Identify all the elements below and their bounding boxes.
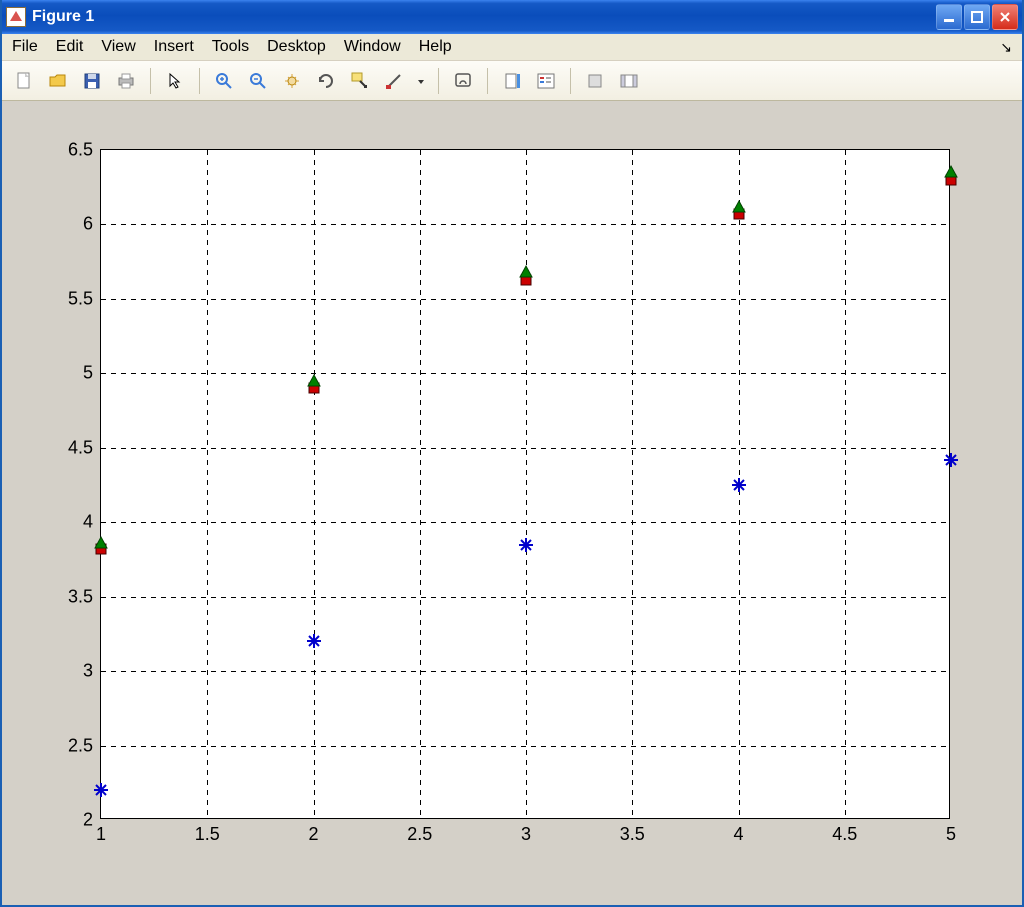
pointer-icon[interactable] [161,67,189,95]
menu-help[interactable]: Help [419,38,452,56]
xtick-label: 2 [308,824,318,845]
window-title: Figure 1 [32,8,936,26]
close-button[interactable] [992,4,1018,30]
menu-insert[interactable]: Insert [154,38,194,56]
xtick-label: 1 [96,824,106,845]
ytick-label: 4.5 [68,437,93,458]
data-point [731,477,747,493]
ytick-label: 5 [83,363,93,384]
data-point [93,782,109,798]
gridline-vertical [845,150,846,818]
gridline-horizontal [101,299,949,300]
xtick-label: 5 [946,824,956,845]
gridline-vertical [526,150,527,818]
brush-icon[interactable] [380,67,408,95]
menu-edit[interactable]: Edit [56,38,84,56]
data-cursor-icon[interactable] [346,67,374,95]
xtick-label: 4.5 [832,824,857,845]
matlab-figure-icon [6,7,26,27]
data-point [306,373,322,389]
minimize-button[interactable] [936,4,962,30]
figure-canvas[interactable]: 2 2.5 3 3.5 4 4.5 5 5.5 6 6.5 1 1.5 2 2.5 3 3.5 4 4.5 5 [2,101,1022,905]
gridline-vertical [207,150,208,818]
new-file-icon[interactable] [10,67,38,95]
menu-window[interactable]: Window [344,38,401,56]
menu-chevron-icon[interactable]: ↘ [1000,39,1012,56]
plot-box: 22.533.544.555.566.511.522.533.544.55 [100,149,950,819]
ytick-label: 3.5 [68,586,93,607]
data-point [943,164,959,180]
ytick-label: 6.5 [68,140,93,161]
xtick-label: 1.5 [195,824,220,845]
data-point [518,537,534,553]
xtick-label: 4 [733,824,743,845]
ytick-label: 3 [83,661,93,682]
gridline-horizontal [101,522,949,523]
open-folder-icon[interactable] [44,67,72,95]
gridline-horizontal [101,448,949,449]
show-plot-tools-icon[interactable] [615,67,643,95]
ytick-label: 4 [83,512,93,533]
xtick-label: 3.5 [620,824,645,845]
save-icon[interactable] [78,67,106,95]
toolbar-separator [570,68,571,94]
menu-file[interactable]: File [12,38,38,56]
ytick-label: 5.5 [68,288,93,309]
window-control-buttons [936,4,1018,30]
menu-tools[interactable]: Tools [212,38,249,56]
toolbar-separator [438,68,439,94]
gridline-horizontal [101,224,949,225]
figure-window: Figure 1 File Edit View Insert Tools Des… [0,0,1024,907]
axes[interactable]: 22.533.544.555.566.511.522.533.544.55 [100,149,950,819]
ytick-label: 2 [83,810,93,831]
gridline-horizontal [101,671,949,672]
menubar: File Edit View Insert Tools Desktop Wind… [2,34,1022,61]
gridline-horizontal [101,746,949,747]
data-point [518,264,534,280]
gridline-vertical [314,150,315,818]
ytick-label: 6 [83,214,93,235]
data-point [93,535,109,551]
gridline-horizontal [101,597,949,598]
colorbar-icon[interactable] [498,67,526,95]
gridline-horizontal [101,373,949,374]
xtick-label: 2.5 [407,824,432,845]
pan-icon[interactable] [278,67,306,95]
rotate-icon[interactable] [312,67,340,95]
gridline-vertical [420,150,421,818]
data-point [306,633,322,649]
titlebar[interactable]: Figure 1 [2,0,1022,34]
menu-view[interactable]: View [101,38,135,56]
print-icon[interactable] [112,67,140,95]
zoom-out-icon[interactable] [244,67,272,95]
toolbar [2,61,1022,101]
toolbar-separator [150,68,151,94]
data-point [943,452,959,468]
toolbar-separator [199,68,200,94]
maximize-button[interactable] [964,4,990,30]
data-point [731,199,747,215]
zoom-in-icon[interactable] [210,67,238,95]
dropdown-icon[interactable] [414,67,428,95]
gridline-vertical [632,150,633,818]
hide-plot-tools-icon[interactable] [581,67,609,95]
link-icon[interactable] [449,67,477,95]
xtick-label: 3 [521,824,531,845]
ytick-label: 2.5 [68,735,93,756]
legend-icon[interactable] [532,67,560,95]
toolbar-separator [487,68,488,94]
menu-desktop[interactable]: Desktop [267,38,326,56]
